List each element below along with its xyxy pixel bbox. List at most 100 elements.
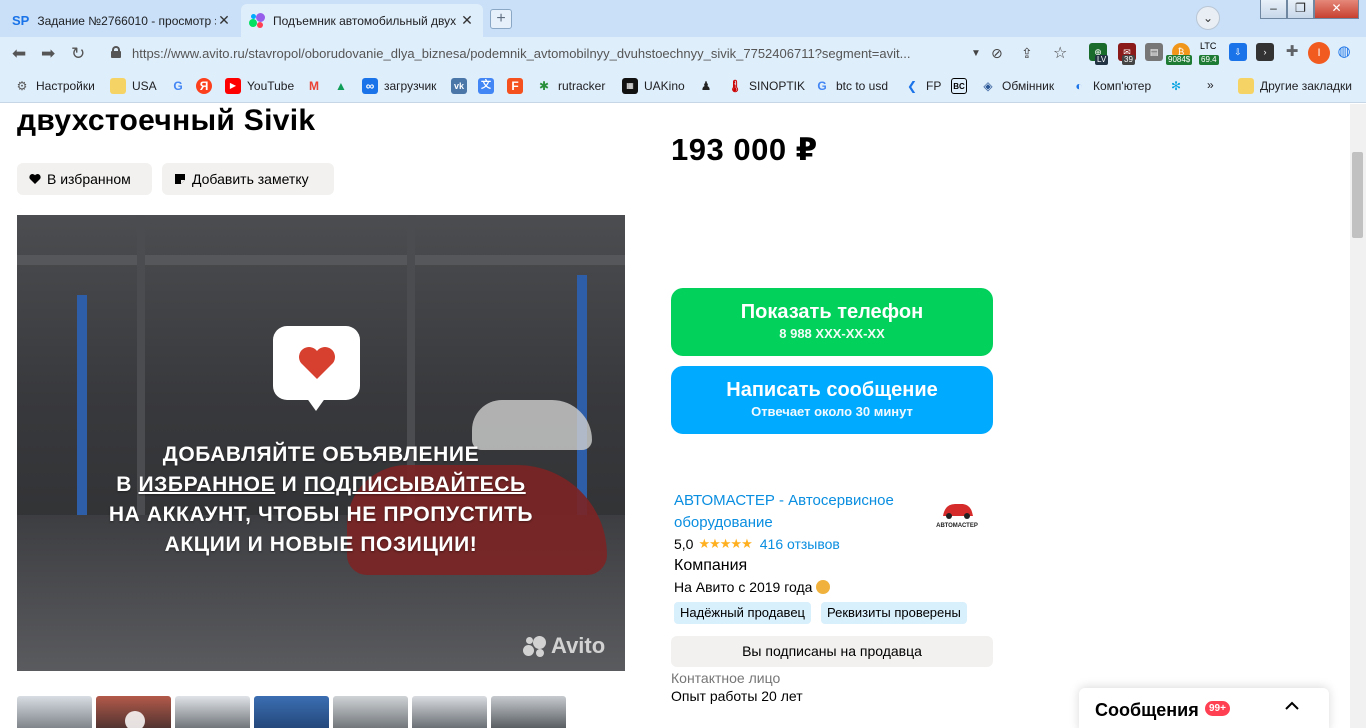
uakino-icon: ▦ (622, 78, 638, 94)
extensions-puzzle-icon[interactable]: ✚ (1283, 43, 1301, 61)
maximize-button[interactable]: ❐ (1287, 0, 1314, 19)
vpn-globe-icon[interactable]: ◍ (1335, 43, 1353, 61)
profile-avatar[interactable]: I (1308, 42, 1330, 64)
forward-arrow-icon[interactable]: ➡ (41, 44, 55, 64)
chevron-up-icon[interactable] (1284, 698, 1300, 714)
tab-task[interactable]: SP Задание №2766010 - просмотр з ✕ (4, 4, 240, 37)
reload-icon[interactable]: ↻ (71, 44, 85, 64)
bookmark-uakino[interactable]: ▦ UAKino (622, 78, 685, 94)
minimize-button[interactable]: – (1260, 0, 1287, 19)
bookmark-rutracker[interactable]: ✱ rutracker (536, 78, 605, 94)
tab-search-chevron-icon[interactable]: ⌄ (1196, 6, 1220, 30)
new-tab-button[interactable]: + (490, 9, 512, 29)
thumbnail[interactable] (412, 696, 487, 728)
bookmark-loader[interactable]: ∞ загрузчик (362, 78, 436, 94)
bookmark-other[interactable]: Другие закладки (1238, 78, 1352, 94)
tab-close-icon[interactable]: ✕ (459, 12, 475, 29)
share-icon[interactable]: ⇪ (1021, 45, 1033, 62)
bookmark-btc-usd[interactable]: Gbtc to usd (814, 78, 888, 94)
bookmark-vk[interactable]: vk (451, 78, 473, 94)
bookmarks-overflow-button[interactable]: » (1207, 78, 1214, 92)
bookmark-drive[interactable]: ▲ (333, 78, 355, 94)
page-content: двухстоечный Sivik 193 000 ₽ В избранном… (0, 104, 1350, 728)
bookmark-settings[interactable]: ⚙ Настройки (14, 78, 95, 94)
url-text[interactable]: https://www.avito.ru/stavropol/oborudova… (132, 46, 974, 61)
messages-widget[interactable]: Сообщения 99+ (1079, 688, 1329, 728)
seller-name-link[interactable]: АВТОМАСТЕР - Автосервисное оборудование (674, 490, 914, 534)
favorite-button[interactable]: В избранном (17, 163, 152, 195)
messages-label: Сообщения (1095, 700, 1199, 720)
bookmark-computer[interactable]: ◐ Комп'ютер (1071, 78, 1151, 94)
contact-person-label: Контактное лицо (671, 670, 781, 686)
subscribed-button[interactable]: Вы подписаны на продавца (671, 636, 993, 667)
yandex-icon: Я (196, 78, 212, 94)
bookmark-google[interactable]: G (170, 78, 192, 94)
computer-icon: ◐ (1075, 79, 1083, 93)
tab-title: Задание №2766010 - просмотр з (37, 13, 216, 28)
rutracker-icon: ✱ (538, 79, 550, 93)
blocked-icon[interactable]: ⊘ (991, 45, 1003, 62)
briefcase-extension-icon[interactable]: ▤ (1145, 43, 1163, 61)
thumbnail[interactable] (175, 696, 250, 728)
work-experience: Опыт работы 20 лет (671, 688, 803, 704)
tab-strip: SP Задание №2766010 - просмотр з ✕ Подъе… (0, 0, 1366, 37)
bookmark-yandex[interactable]: Я (196, 78, 218, 94)
drive-icon: ▲ (335, 79, 347, 93)
bookmark-usa[interactable]: USA (110, 78, 157, 94)
back-arrow-icon[interactable]: ⬅ (12, 44, 26, 64)
thumbnail[interactable] (491, 696, 566, 728)
lv-badge: LV (1095, 55, 1109, 65)
bookmark-translate[interactable]: 文 (478, 78, 500, 94)
seller-type: Компания (674, 557, 748, 574)
mail-count-badge: 39 (1122, 55, 1135, 65)
reliable-seller-badge[interactable]: Надёжный продавец (674, 602, 811, 624)
terminal-extension-icon[interactable]: › (1256, 43, 1274, 61)
seller-avatar[interactable]: АВТОМАСТЕР (929, 494, 985, 534)
bookmark-sinoptik[interactable]: 🌡 SINOPTIK (727, 78, 805, 94)
medal-icon (816, 580, 831, 594)
bookmark-bc[interactable]: BC (951, 78, 973, 94)
thumbnail[interactable] (333, 696, 408, 728)
heart-icon (29, 174, 41, 184)
address-bar[interactable]: https://www.avito.ru/stavropol/oborudova… (101, 40, 1101, 67)
download-icon[interactable]: ⇩ (1229, 43, 1247, 61)
scrollbar-thumb[interactable] (1352, 152, 1363, 238)
gallery-promo-text: ДОБАВЛЯЙТЕ ОБЪЯВЛЕНИЕ В ИЗБРАННОЕ И ПОДП… (108, 443, 534, 556)
thumbnail[interactable] (17, 696, 92, 728)
bookmark-fp[interactable]: ❮ FP (904, 78, 941, 94)
add-note-button[interactable]: Добавить заметку (162, 163, 334, 195)
reviews-link[interactable]: 416 отзывов (760, 536, 840, 552)
bookmark-gmail[interactable]: M (306, 78, 328, 94)
vk-icon: vk (451, 78, 467, 94)
lock-icon[interactable] (111, 46, 121, 58)
write-message-button[interactable]: Написать сообщение Отвечает около 30 мин… (671, 366, 993, 434)
show-phone-button[interactable]: Показать телефон 8 988 XXX-XX-XX (671, 288, 993, 356)
bookmark-exchange[interactable]: ◈ Обмінник (980, 78, 1054, 94)
gallery-main-image[interactable]: ДОБАВЛЯЙТЕ ОБЪЯВЛЕНИЕ В ИЗБРАННОЕ И ПОДП… (17, 215, 625, 671)
requisites-verified-badge[interactable]: Реквизиты проверены (821, 602, 967, 624)
ltc-label: LTC (1200, 41, 1217, 51)
bookmark-chess[interactable]: ♟ (698, 78, 720, 94)
tab-close-icon[interactable]: ✕ (216, 12, 232, 29)
tab-avito-listing[interactable]: Подъемник автомобильный двух ✕ (241, 4, 483, 37)
heart-icon (299, 347, 335, 379)
chess-icon: ♟ (700, 79, 712, 93)
sp-favicon-icon: SP (12, 13, 30, 28)
dropdown-icon[interactable]: ▼ (971, 48, 981, 59)
avito-watermark: Avito (523, 633, 605, 659)
bookmark-snowflake[interactable]: ✻ (1168, 78, 1190, 94)
window-close-button[interactable]: ✕ (1314, 0, 1359, 19)
bookmark-f[interactable]: F (507, 78, 529, 94)
google-icon: G (173, 79, 183, 93)
video-thumbnail[interactable] (96, 696, 171, 728)
listing-price: 193 000 ₽ (671, 132, 818, 167)
bookmark-youtube[interactable]: ▶ YouTube (225, 78, 294, 94)
page-scrollbar[interactable] (1350, 104, 1366, 728)
bookmark-star-icon[interactable]: ☆ (1053, 43, 1067, 63)
infinity-icon: ∞ (362, 78, 378, 94)
avito-logo-icon (523, 635, 547, 657)
ltc-value-badge: 69.4 (1199, 55, 1219, 65)
messages-count-badge: 99+ (1205, 701, 1230, 716)
thumbnail[interactable] (254, 696, 329, 728)
folder-icon (1238, 78, 1254, 94)
